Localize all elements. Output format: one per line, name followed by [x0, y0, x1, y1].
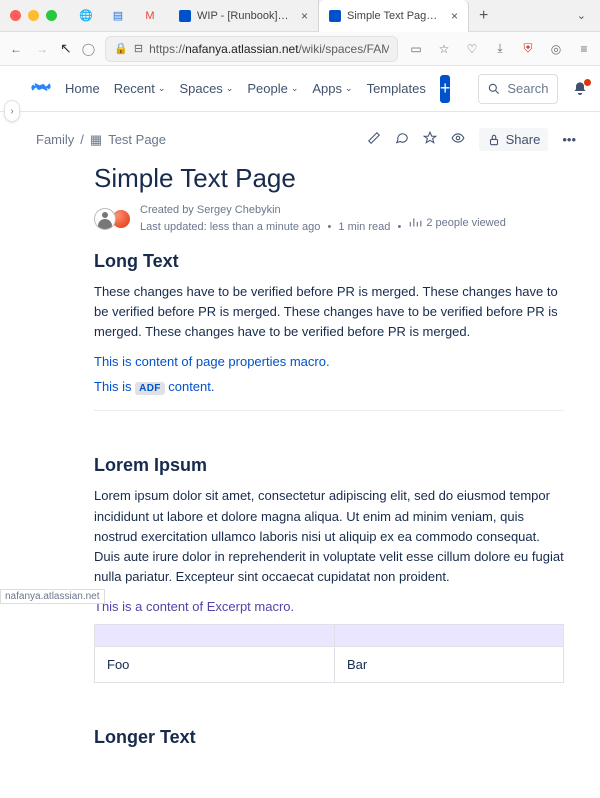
tabs-dropdown-icon[interactable]: ⌄ [563, 9, 600, 22]
section-heading: Lorem Ipsum [94, 455, 564, 476]
lock-icon [487, 133, 501, 147]
edit-icon[interactable] [367, 131, 381, 148]
create-button[interactable]: + [440, 75, 451, 103]
nav-spaces[interactable]: Spaces⌄ [179, 81, 233, 96]
browser-status-bar: nafanya.atlassian.net [0, 589, 105, 604]
url-text: https://nafanya.atlassian.net/wiki/space… [149, 42, 389, 56]
last-updated: Last updated: less than a minute ago [140, 221, 320, 233]
contributor-avatars[interactable] [94, 208, 132, 230]
close-tab-icon[interactable]: × [301, 9, 308, 23]
nav-people[interactable]: People⌄ [247, 81, 298, 96]
nav-apps[interactable]: Apps⌄ [312, 81, 352, 96]
permissions-icon[interactable]: ⊟ [134, 42, 143, 55]
gmail-icon[interactable]: M [143, 9, 157, 23]
forward-button[interactable]: → [34, 42, 50, 56]
comment-icon[interactable] [395, 131, 409, 148]
adf-badge: ADF [135, 382, 164, 395]
breadcrumb-space[interactable]: Family [36, 132, 74, 147]
nav-recent[interactable]: Recent⌄ [114, 81, 166, 96]
new-tab-button[interactable]: + [469, 7, 498, 25]
chevron-down-icon: ⌄ [291, 83, 299, 94]
table-cell: Foo [95, 647, 335, 683]
web-icon[interactable]: 🌐 [79, 9, 93, 23]
tab-label: WIP - [Runbook] Change manag… [197, 10, 291, 22]
maximize-window[interactable] [46, 10, 57, 21]
avatar[interactable] [94, 208, 116, 230]
paragraph: These changes have to be verified before… [94, 282, 564, 342]
confluence-favicon [329, 10, 341, 22]
adf-line: This is ADF content. [94, 379, 564, 394]
extensions-icon[interactable]: ◎ [548, 42, 564, 56]
bookmark-icon[interactable]: ☆ [436, 42, 452, 56]
address-bar[interactable]: 🔒 ⊟ https://nafanya.atlassian.net/wiki/s… [105, 36, 398, 62]
app-switcher-icon[interactable] [14, 80, 17, 98]
more-actions-icon[interactable]: ••• [562, 132, 576, 147]
read-time: 1 min read [338, 221, 390, 233]
section-heading: Longer Text [94, 727, 564, 748]
cursor-icon: ↖ [60, 40, 72, 57]
created-by: Created by Sergey Chebykin [140, 204, 506, 216]
macro-link[interactable]: This is content of page properties macro… [94, 354, 564, 369]
lock-icon: 🔒 [114, 42, 128, 55]
table-cell: Bar [334, 647, 563, 683]
sidebar-expand-handle[interactable]: › [4, 100, 20, 122]
confluence-logo[interactable] [31, 77, 51, 100]
notifications-icon[interactable] [572, 81, 588, 97]
table-header [95, 625, 335, 647]
analytics-link[interactable]: 2 people viewed [408, 216, 506, 230]
shield-icon[interactable]: ◯ [82, 42, 95, 56]
chevron-down-icon: ⌄ [158, 83, 166, 94]
chevron-down-icon: ⌄ [345, 83, 353, 94]
browser-tab[interactable]: WIP - [Runbook] Change manag… × [169, 0, 319, 32]
macro-table: Foo Bar [94, 624, 564, 683]
ublock-icon[interactable]: ⛨ [520, 41, 536, 56]
table-header [334, 625, 563, 647]
page-byline: Created by Sergey Chebykin Last updated:… [94, 204, 564, 233]
tab-label: Simple Text Page - Family - Con [347, 10, 441, 22]
watch-icon[interactable] [451, 131, 465, 148]
folder-icon: ▦ [90, 132, 102, 148]
window-controls[interactable] [0, 3, 67, 28]
heart-icon[interactable]: ♡ [464, 42, 480, 56]
search-icon [487, 82, 501, 96]
download-icon[interactable]: ⤓ [492, 41, 508, 56]
section-heading: Long Text [94, 251, 564, 272]
menu-icon[interactable]: ≡ [576, 42, 592, 56]
excerpt-macro: This is a content of Excerpt macro. [94, 599, 564, 614]
browser-tab-active[interactable]: Simple Text Page - Family - Con × [319, 0, 469, 32]
analytics-icon [408, 216, 422, 230]
table-row: Foo Bar [95, 647, 564, 683]
back-button[interactable]: ← [8, 42, 24, 56]
paragraph: Lorem ipsum dolor sit amet, consectetur … [94, 486, 564, 587]
chevron-down-icon: ⌄ [226, 83, 234, 94]
search-placeholder: Search [507, 81, 548, 96]
confluence-favicon [179, 10, 191, 22]
reader-icon[interactable]: ▭ [408, 42, 424, 56]
close-window[interactable] [10, 10, 21, 21]
breadcrumb: Family / ▦ Test Page [36, 132, 166, 148]
page-title: Simple Text Page [94, 163, 564, 194]
star-icon[interactable] [423, 131, 437, 148]
share-button[interactable]: Share [479, 128, 549, 151]
divider [94, 410, 564, 411]
nav-templates[interactable]: Templates [367, 81, 426, 96]
close-tab-icon[interactable]: × [451, 9, 458, 23]
search-input[interactable]: Search [478, 74, 557, 104]
breadcrumb-page[interactable]: Test Page [108, 132, 166, 147]
nav-home[interactable]: Home [65, 81, 100, 96]
docs-icon[interactable]: ▤ [111, 9, 125, 23]
minimize-window[interactable] [28, 10, 39, 21]
